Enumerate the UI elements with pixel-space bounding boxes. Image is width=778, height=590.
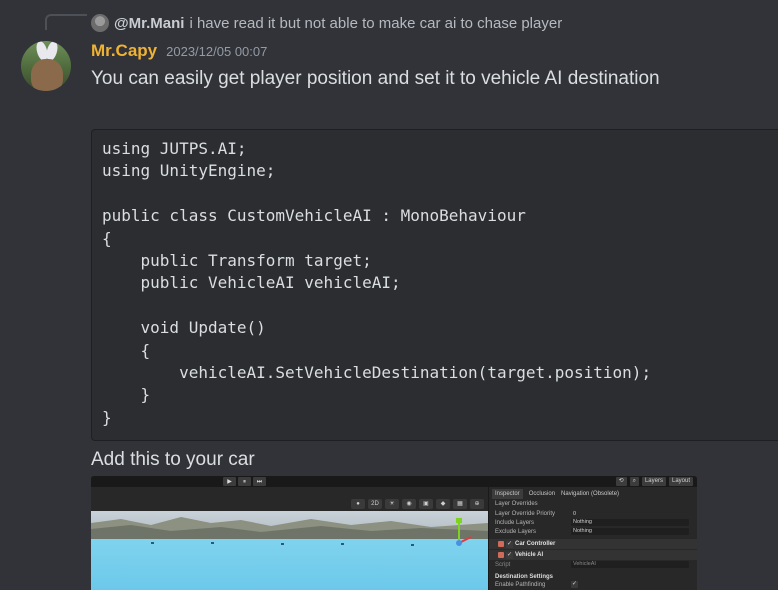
component-label: Vehicle AI [515,552,544,558]
tab-navigation: Navigation (Obsolete) [561,491,620,497]
pathfinding-checkbox: ✓ [571,581,578,588]
component-label: Car Controller [515,541,556,547]
play-icon: ▶ [223,477,236,486]
avatar[interactable] [21,41,71,91]
transform-gizmo [456,518,472,546]
message-caption: Add this to your car [91,449,255,470]
priority-value: 0 [573,511,577,517]
history-icon: ⟲ [615,477,627,486]
reply-connector [45,14,87,30]
inspector-row-priority: Layer Override Priority [495,511,556,517]
play-controls: ▶ ⏸ ⏭ [223,477,266,486]
checkbox-icon: ✓ [506,551,513,559]
inspector-row-exclude-layers: Exclude Layers [495,529,537,535]
tab-occlusion: Occlusion [528,491,556,497]
enable-pathfinding-label: Enable Pathfinding [495,582,546,588]
code-block: using JUTPS.AI; using UnityEngine; publi… [91,129,778,441]
unity-top-right: ⟲ ⌕ Layers Layout [615,477,693,486]
scene-water [91,539,488,590]
layers-dropdown: Layers [641,477,666,486]
attached-image[interactable]: ▶ ⏸ ⏭ ⟲ ⌕ Layers Layout ● 2D ☀ ◉ ▣ ◆ ▦ ⊕ [91,476,697,590]
pause-icon: ⏸ [238,477,251,486]
camera-icon: ▦ [453,499,467,509]
script-icon [498,541,504,547]
shading-icon: ● [351,499,365,509]
reply-author[interactable]: @Mr.Mani [114,15,184,32]
waypoint-marker [281,543,284,545]
inspector-row-script: Script [495,562,511,568]
destination-settings-header: Destination Settings [495,574,554,580]
audio-icon: ◉ [402,499,416,509]
scene-mountains [91,517,488,541]
reply-preview[interactable]: @Mr.Mani i have read it but not able to … [91,12,562,34]
inspector-tabs: Inspector Occlusion Navigation (Obsolete… [489,489,697,499]
timestamp: 2023/12/05 00:07 [166,44,268,59]
2d-toggle: 2D [368,499,382,509]
gizmos-icon: ⊕ [470,499,484,509]
inspector-row-include-layers: Include Layers [495,520,535,526]
checkbox-icon: ✓ [506,540,513,548]
code-content: using JUTPS.AI; using UnityEngine; publi… [102,139,652,427]
exclude-layers-value: Nothing [571,528,689,535]
waypoint-marker [411,544,414,546]
component-car-controller: ✓ Car Controller [489,539,697,549]
lighting-icon: ☀ [385,499,399,509]
hidden-icon: ◆ [436,499,450,509]
inspector-panel: Inspector Occlusion Navigation (Obsolete… [488,487,697,590]
script-value: VehicleAI [571,561,689,568]
search-icon: ⌕ [629,477,639,486]
unity-toolbar: ▶ ⏸ ⏭ ⟲ ⌕ Layers Layout [91,476,697,487]
scene-toolbar: ● 2D ☀ ◉ ▣ ◆ ▦ ⊕ [91,487,488,511]
scene-view: ● 2D ☀ ◉ ▣ ◆ ▦ ⊕ [91,487,488,590]
message-header: Mr.Capy 2023/12/05 00:07 [91,41,267,61]
inspector-row-layer-overrides: Layer Overrides [495,501,538,507]
waypoint-marker [341,543,344,545]
waypoint-marker [211,542,214,544]
tab-inspector: Inspector [492,489,523,499]
author-name[interactable]: Mr.Capy [91,41,157,61]
include-layers-value: Nothing [571,519,689,526]
message-text: You can easily get player position and s… [91,68,660,89]
waypoint-marker [151,542,154,544]
script-icon [498,552,504,558]
component-vehicle-ai: ✓ Vehicle AI [489,550,697,560]
layout-dropdown: Layout [668,477,693,486]
step-icon: ⏭ [253,477,266,486]
reply-text[interactable]: i have read it but not able to make car … [189,15,562,32]
fx-icon: ▣ [419,499,433,509]
reply-avatar[interactable] [91,14,109,32]
